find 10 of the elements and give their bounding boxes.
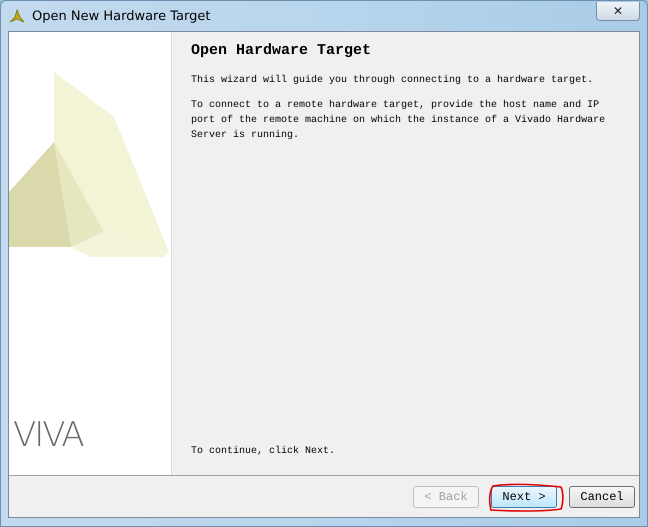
page-heading: Open Hardware Target (191, 42, 372, 59)
next-button[interactable]: Next > (491, 486, 557, 508)
window-title: Open New Hardware Target (32, 8, 212, 24)
app-logo-icon (8, 8, 26, 24)
description-text: To connect to a remote hardware target, provide the host name and IP port of the remote machine on which the instance of a Vivado Hardware Server is running. (191, 98, 606, 143)
cancel-button[interactable]: Cancel (569, 486, 635, 508)
close-button[interactable]: ✕ (596, 2, 640, 20)
instruction-text: To continue, click Next. (191, 444, 336, 459)
logo-text: VIVA (13, 415, 83, 455)
description-text: This wizard will guide you through connecting to a hardware target. (191, 74, 594, 88)
